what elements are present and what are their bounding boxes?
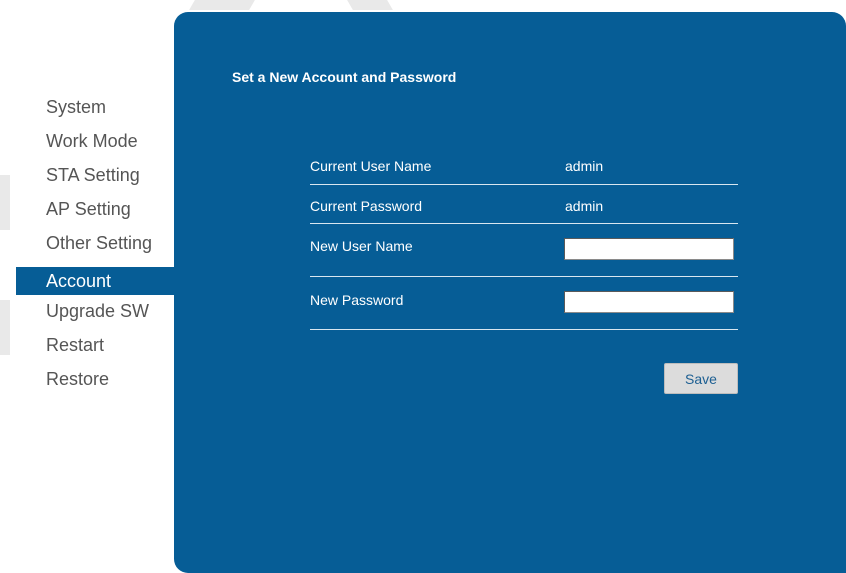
new-password-row: New Password xyxy=(310,277,738,330)
sidebar-item-sta-setting[interactable]: STA Setting xyxy=(16,161,174,195)
decorative-shape xyxy=(0,300,10,355)
sidebar-item-account[interactable]: Account xyxy=(16,267,174,295)
panel-title: Set a New Account and Password xyxy=(232,69,457,85)
current-password-row: Current Password admin xyxy=(310,185,738,224)
sidebar-item-restore[interactable]: Restore xyxy=(16,365,174,399)
sidebar-menu: System Work Mode STA Setting AP Setting … xyxy=(16,93,174,399)
sidebar-item-work-mode[interactable]: Work Mode xyxy=(16,127,174,161)
current-user-name-label: Current User Name xyxy=(310,158,432,174)
new-user-name-label: New User Name xyxy=(310,238,413,254)
decorative-shape xyxy=(189,0,255,10)
new-password-label: New Password xyxy=(310,292,404,308)
decorative-shape xyxy=(0,175,10,230)
page: System Work Mode STA Setting AP Setting … xyxy=(0,0,846,573)
account-panel: Set a New Account and Password Current U… xyxy=(174,12,846,573)
sidebar-item-system[interactable]: System xyxy=(16,93,174,127)
new-user-name-input[interactable] xyxy=(564,238,734,260)
sidebar-item-other-setting[interactable]: Other Setting xyxy=(16,229,174,263)
sidebar-item-ap-setting[interactable]: AP Setting xyxy=(16,195,174,229)
current-user-name-row: Current User Name admin xyxy=(310,150,738,185)
new-user-name-row: New User Name xyxy=(310,224,738,277)
sidebar-item-restart[interactable]: Restart xyxy=(16,331,174,365)
decorative-shape xyxy=(347,0,393,10)
current-password-label: Current Password xyxy=(310,198,423,214)
sidebar-item-upgrade-sw[interactable]: Upgrade SW xyxy=(16,297,174,331)
current-user-name-value: admin xyxy=(565,158,604,174)
save-button[interactable]: Save xyxy=(664,363,738,394)
current-password-value: admin xyxy=(565,198,604,214)
new-password-input[interactable] xyxy=(564,291,734,313)
account-form: Current User Name admin Current Password… xyxy=(310,150,738,330)
